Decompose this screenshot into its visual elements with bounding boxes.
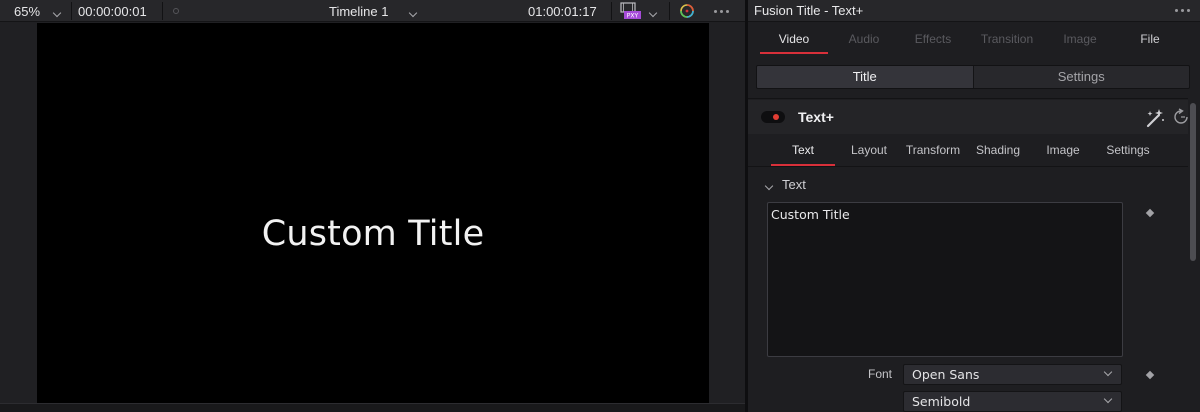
viewer-options-menu[interactable] <box>714 0 729 22</box>
subtab-label: Shading <box>975 143 1021 157</box>
subtab-shading[interactable]: Shading <box>971 136 1025 166</box>
font-style-dropdown[interactable]: Semibold <box>903 391 1122 412</box>
inspector-panel: Fusion Title - Text+ Video Audio Effects… <box>748 0 1200 412</box>
inspector-title: Fusion Title - Text+ <box>754 3 864 18</box>
inspector-options-menu[interactable] <box>1175 9 1190 12</box>
subtab-label: Settings <box>1106 143 1150 157</box>
node-header: Text+ <box>748 100 1188 134</box>
node-name: Text+ <box>798 109 834 125</box>
viewer-canvas[interactable]: Custom Title <box>37 23 709 403</box>
zoom-value: 65% <box>14 3 41 19</box>
magic-wand-icon[interactable] <box>1144 108 1166 128</box>
title-segment-button[interactable]: Title <box>757 66 973 88</box>
chevron-down-icon <box>764 177 774 192</box>
tab-file[interactable]: File <box>1124 26 1176 54</box>
section-label: Text <box>782 176 806 192</box>
toolbar-divider <box>669 2 670 20</box>
chevron-down-icon <box>409 4 418 19</box>
viewer-toolbar: 65% 00:00:00:01 Timeline 1 01:00:01:17 P… <box>0 0 745 22</box>
subtab-label: Transform <box>905 143 961 157</box>
tab-transition[interactable]: Transition <box>972 26 1042 54</box>
inspector-tabs: Video Audio Effects Transition Image Fil… <box>748 26 1200 54</box>
divider <box>748 166 1188 167</box>
font-style-value: Semibold <box>912 394 971 409</box>
keyframe-diamond-icon[interactable] <box>1145 370 1155 380</box>
zoom-dropdown[interactable]: 65% <box>14 0 62 22</box>
font-family-value: Open Sans <box>912 367 980 382</box>
subtab-settings[interactable]: Settings <box>1101 136 1155 166</box>
tab-label: Video <box>778 32 810 46</box>
proxy-badge-text: PXY <box>627 13 639 20</box>
timeline-timecode[interactable]: 01:00:01:17 <box>528 0 597 22</box>
canvas-title-text: Custom Title <box>261 214 485 254</box>
toggle-indicator <box>773 114 779 120</box>
record-indicator-icon <box>173 0 179 22</box>
inspector-scrollbar[interactable] <box>1188 100 1200 412</box>
keyframe-diamond-icon[interactable] <box>1145 208 1155 218</box>
more-options-icon <box>714 9 729 13</box>
toolbar-divider <box>71 2 72 20</box>
inspector-header: Fusion Title - Text+ <box>748 0 1200 22</box>
node-enable-toggle[interactable] <box>761 111 785 123</box>
subtab-transform[interactable]: Transform <box>900 136 966 166</box>
subtab-text[interactable]: Text <box>771 136 835 166</box>
font-family-dropdown[interactable]: Open Sans <box>903 364 1122 385</box>
text-section-header[interactable]: Text <box>764 175 806 193</box>
subtab-label: Text <box>791 143 814 157</box>
tab-label: Effects <box>914 32 952 46</box>
timeline-selector[interactable]: Timeline 1 <box>329 0 418 22</box>
source-timecode[interactable]: 00:00:00:01 <box>78 0 147 22</box>
more-options-icon <box>1175 9 1190 12</box>
tab-image[interactable]: Image <box>1052 26 1108 54</box>
styled-text-field[interactable]: Custom Title <box>767 202 1123 357</box>
tab-label: Image <box>1063 32 1097 46</box>
divider <box>748 98 1188 99</box>
tab-label: Audio <box>848 32 880 46</box>
chevron-down-icon <box>52 4 62 19</box>
tab-label: File <box>1140 32 1160 46</box>
title-settings-switch: Title Settings <box>756 65 1190 89</box>
subtab-label: Image <box>1046 143 1080 157</box>
proxy-icon: PXY <box>620 2 641 20</box>
viewer-bottom-bar <box>0 403 745 412</box>
subtab-label: Layout <box>850 143 888 157</box>
tab-video[interactable]: Video <box>760 26 828 54</box>
tab-label: Transition <box>980 32 1034 46</box>
font-label: Font <box>867 367 892 381</box>
subtab-layout[interactable]: Layout <box>844 136 894 166</box>
chevron-down-icon <box>648 4 658 19</box>
proxy-button[interactable]: PXY <box>620 0 658 22</box>
tab-effects[interactable]: Effects <box>902 26 964 54</box>
fusion-tool-tabs: Text Layout Transform Shading Image Sett… <box>748 136 1188 166</box>
viewer-panel: 65% 00:00:00:01 Timeline 1 01:00:01:17 P… <box>0 0 745 412</box>
toolbar-divider <box>611 2 612 20</box>
timeline-name: Timeline 1 <box>329 3 389 19</box>
subtab-image[interactable]: Image <box>1039 136 1087 166</box>
settings-segment-button[interactable]: Settings <box>972 66 1189 88</box>
color-wheel-icon <box>680 4 694 18</box>
tab-audio[interactable]: Audio <box>836 26 892 54</box>
scrollbar-thumb[interactable] <box>1190 103 1196 261</box>
toolbar-divider <box>162 2 163 20</box>
color-scope-button[interactable] <box>677 0 697 22</box>
